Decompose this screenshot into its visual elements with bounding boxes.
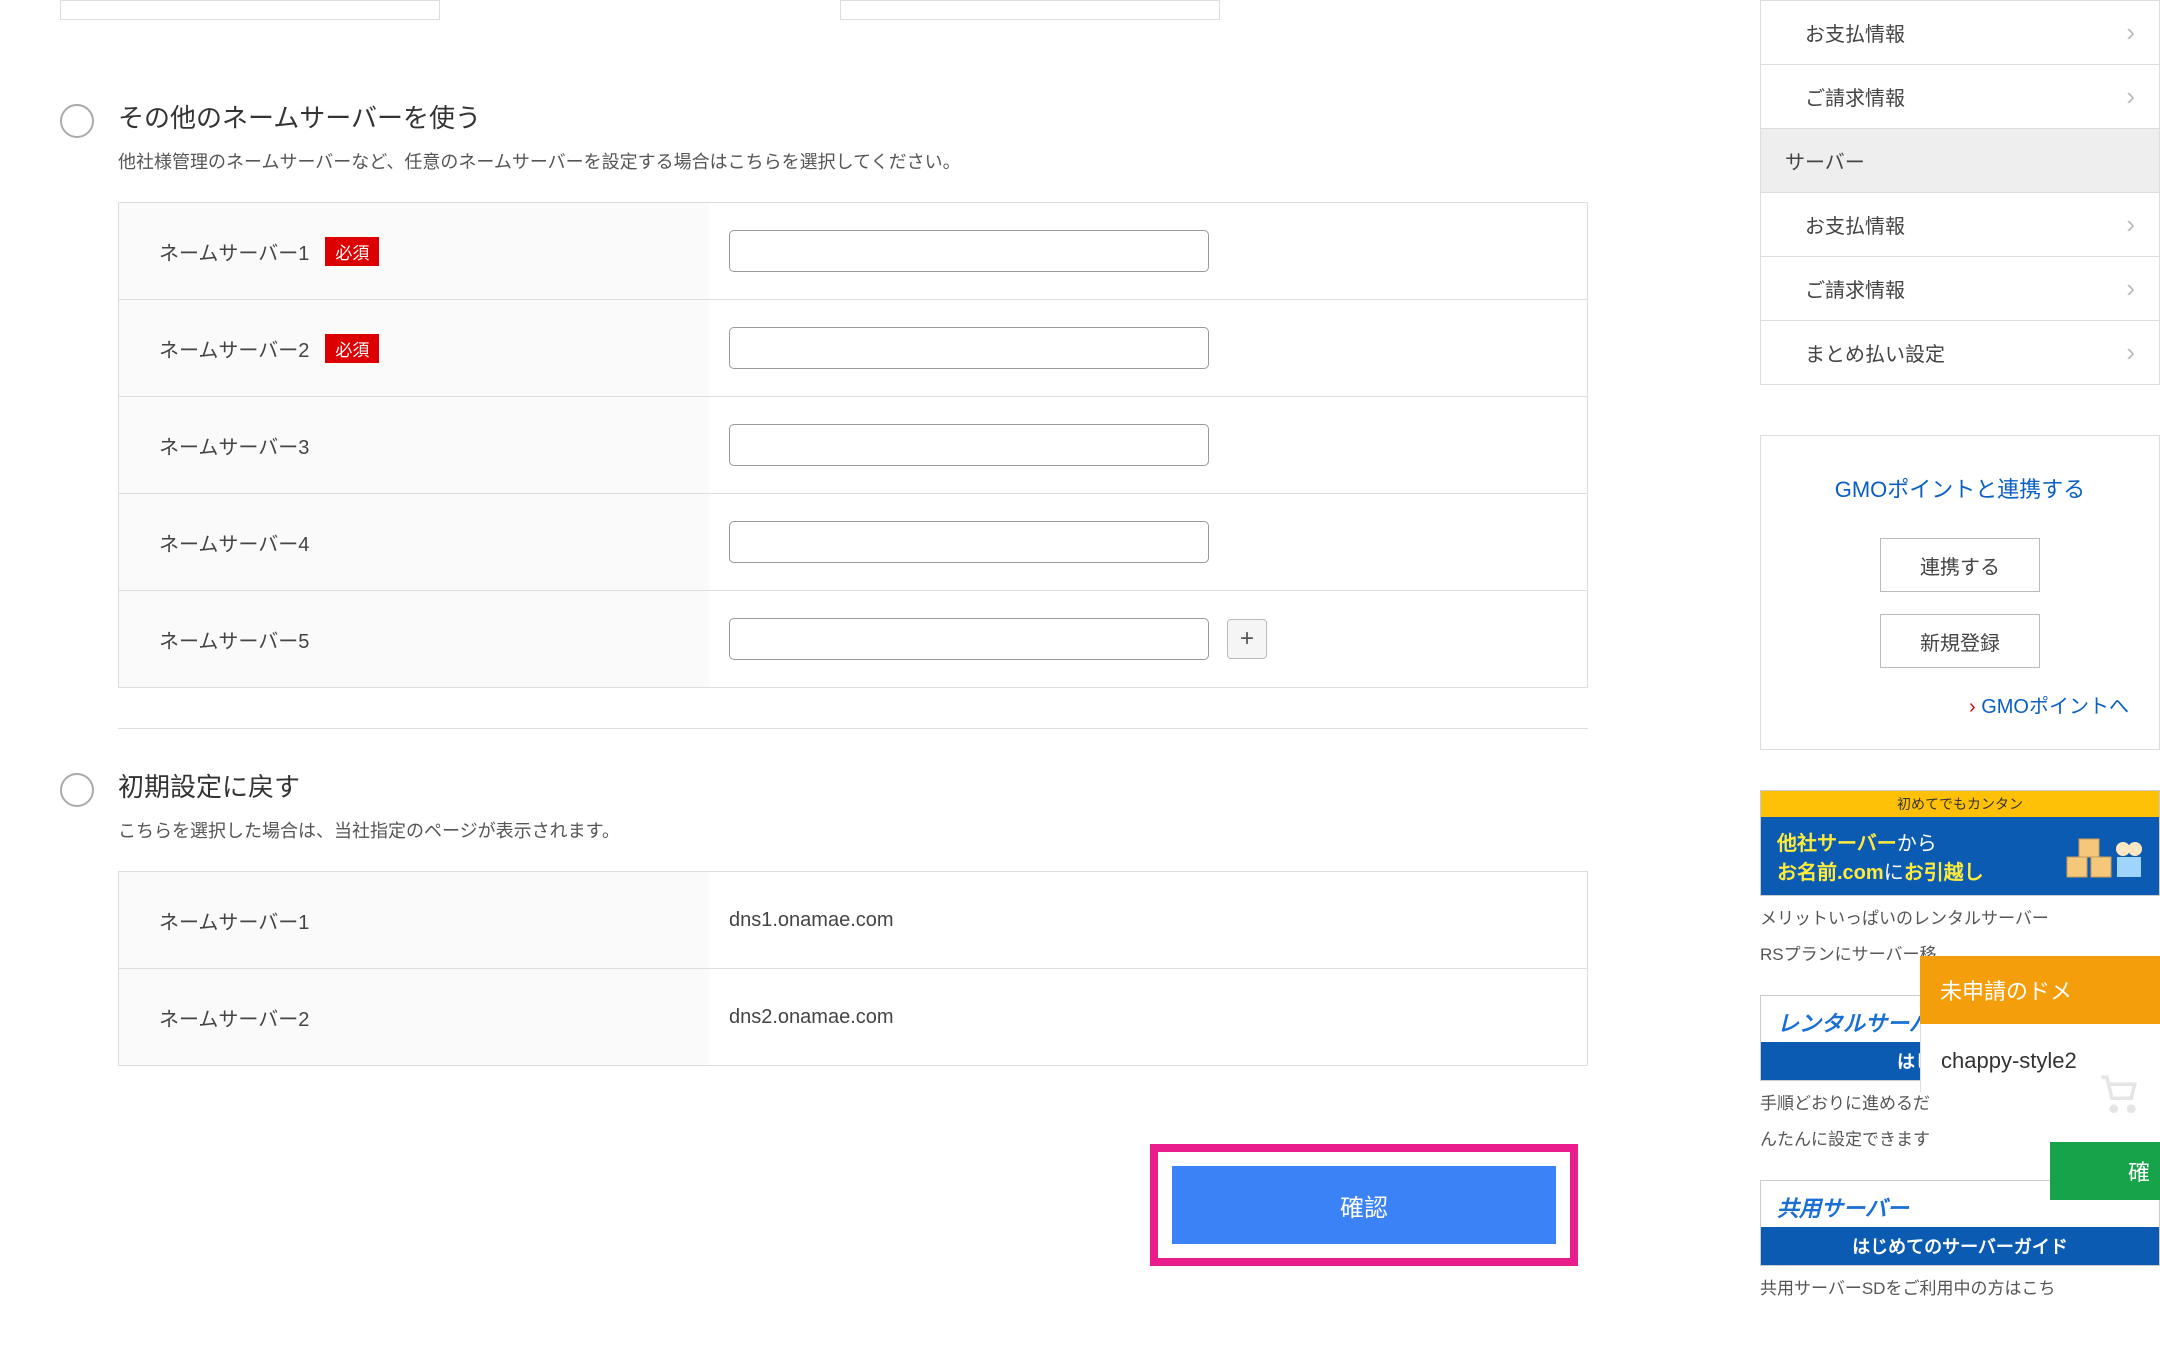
radio-reset-ns[interactable] bbox=[60, 773, 94, 807]
ns3-label: ネームサーバー3 bbox=[159, 431, 309, 460]
other-ns-title: その他のネームサーバーを使う bbox=[118, 100, 481, 136]
ns-row-2: ネームサーバー2 必須 bbox=[119, 300, 1587, 397]
ns5-label-cell: ネームサーバー5 bbox=[119, 591, 709, 687]
banner-migration[interactable]: 初めてでもカンタン 他社サーバーから お名前.comにお引越し メリットいっぱい… bbox=[1760, 790, 2160, 967]
reset-ns2-label: ネームサーバー2 bbox=[159, 1003, 309, 1032]
other-ns-table: ネームサーバー1 必須 ネームサーバー2 必須 ネームサーバー3 bbox=[118, 202, 1588, 688]
ns5-label: ネームサーバー5 bbox=[159, 625, 309, 654]
radio-other-ns[interactable] bbox=[60, 104, 94, 138]
reset-ns2-value: dns2.onamae.com bbox=[709, 1006, 1587, 1029]
chevron-right-icon: › bbox=[2126, 17, 2135, 48]
reset-ns2-label-cell: ネームサーバー2 bbox=[119, 969, 709, 1065]
ns-row-4: ネームサーバー4 bbox=[119, 494, 1587, 591]
sidebar-item-label: お支払情報 bbox=[1805, 18, 1905, 47]
chevron-right-icon: › bbox=[2126, 209, 2135, 240]
confirm-button-label: 確認 bbox=[1340, 1188, 1388, 1223]
chevron-right-icon: › bbox=[2126, 81, 2135, 112]
section-divider bbox=[118, 728, 1588, 729]
ns2-label-cell: ネームサーバー2 必須 bbox=[119, 300, 709, 396]
ns1-input[interactable] bbox=[729, 230, 1209, 272]
gmo-register-button[interactable]: 新規登録 bbox=[1880, 614, 2040, 668]
sidebar-item-label: お支払情報 bbox=[1805, 210, 1905, 239]
floating-notice-orange[interactable]: 未申請のドメ bbox=[1920, 956, 2160, 1024]
ns4-label-cell: ネームサーバー4 bbox=[119, 494, 709, 590]
gmo-title: GMOポイントと連携する bbox=[1791, 472, 2129, 504]
gmo-link-button[interactable]: 連携する bbox=[1880, 538, 2040, 592]
confirm-button[interactable]: 確認 bbox=[1172, 1166, 1556, 1244]
gmo-point-box: GMOポイントと連携する 連携する 新規登録 GMOポイントへ bbox=[1760, 435, 2160, 750]
reset-ns1-label-cell: ネームサーバー1 bbox=[119, 872, 709, 968]
reset-ns-desc: こちらを選択した場合は、当社指定のページが表示されます。 bbox=[118, 817, 1660, 843]
ns3-label-cell: ネームサーバー3 bbox=[119, 397, 709, 493]
reset-ns1-label: ネームサーバー1 bbox=[159, 906, 309, 935]
ns2-label: ネームサーバー2 bbox=[159, 334, 309, 363]
sidebar-item-label: ご請求情報 bbox=[1805, 274, 1905, 303]
chevron-right-icon: › bbox=[2126, 337, 2135, 368]
plus-icon: + bbox=[1240, 625, 1254, 653]
ns4-input[interactable] bbox=[729, 521, 1209, 563]
required-badge: 必須 bbox=[325, 334, 379, 363]
floating-green-text: 確 bbox=[2128, 1155, 2150, 1187]
tab-2-fragment[interactable] bbox=[450, 0, 830, 20]
sidebar-nav: お支払情報 › ご請求情報 › サーバー お支払情報 › ご請求情報 › まとめ… bbox=[1760, 0, 2160, 385]
ns2-input[interactable] bbox=[729, 327, 1209, 369]
sidebar-item-label: ご請求情報 bbox=[1805, 82, 1905, 111]
add-ns-button[interactable]: + bbox=[1227, 619, 1267, 659]
tab-3-fragment[interactable] bbox=[840, 0, 1220, 20]
ns4-label: ネームサーバー4 bbox=[159, 528, 309, 557]
ns1-value-cell bbox=[709, 230, 1587, 272]
banner1-badge: 初めてでもカンタン bbox=[1761, 791, 2159, 817]
ns-row-5: ネームサーバー5 + bbox=[119, 591, 1587, 687]
chevron-right-icon: › bbox=[2126, 273, 2135, 304]
ns3-value-cell bbox=[709, 424, 1587, 466]
sidebar-item-payment-1[interactable]: お支払情報 › bbox=[1761, 0, 2159, 64]
reset-ns-section: 初期設定に戻す こちらを選択した場合は、当社指定のページが表示されます。 ネーム… bbox=[60, 769, 1660, 1066]
reset-ns-radio-row[interactable]: 初期設定に戻す bbox=[60, 769, 1660, 807]
floating-domain-text: chappy-style2 bbox=[1941, 1048, 2077, 1073]
confirm-highlight-box: 確認 bbox=[1150, 1144, 1578, 1266]
reset-ns-row-2: ネームサーバー2 dns2.onamae.com bbox=[119, 969, 1587, 1065]
ns2-value-cell bbox=[709, 327, 1587, 369]
banner1-body: 他社サーバーから お名前.comにお引越し bbox=[1761, 817, 2159, 895]
boxes-illustration-icon bbox=[2061, 831, 2143, 881]
tab-1-fragment[interactable] bbox=[60, 0, 440, 20]
reset-ns-table: ネームサーバー1 dns1.onamae.com ネームサーバー2 dns2.o… bbox=[118, 871, 1588, 1066]
sidebar-item-billing-1[interactable]: ご請求情報 › bbox=[1761, 64, 2159, 128]
banner3-caption: 共用サーバーSDをご利用中の方はこち bbox=[1760, 1276, 2160, 1302]
other-ns-radio-row[interactable]: その他のネームサーバーを使う bbox=[60, 100, 1660, 138]
reset-ns-title: 初期設定に戻す bbox=[118, 769, 300, 805]
ns4-value-cell bbox=[709, 521, 1587, 563]
ns5-input[interactable] bbox=[729, 618, 1209, 660]
gmo-point-link[interactable]: GMOポイントへ bbox=[1791, 690, 2129, 719]
sidebar-item-payment-2[interactable]: お支払情報 › bbox=[1761, 192, 2159, 256]
ns1-label: ネームサーバー1 bbox=[159, 237, 309, 266]
reset-ns1-value: dns1.onamae.com bbox=[709, 909, 1587, 932]
cart-icon bbox=[2098, 1072, 2140, 1124]
floating-confirm-green[interactable]: 確 bbox=[2050, 1142, 2160, 1200]
floating-orange-text: 未申請のドメ bbox=[1940, 979, 2072, 1004]
ns1-label-cell: ネームサーバー1 必須 bbox=[119, 203, 709, 299]
sidebar-item-billing-2[interactable]: ご請求情報 › bbox=[1761, 256, 2159, 320]
ns-row-3: ネームサーバー3 bbox=[119, 397, 1587, 494]
ns-row-1: ネームサーバー1 必須 bbox=[119, 203, 1587, 300]
ns5-value-cell: + bbox=[709, 618, 1587, 660]
reset-ns-row-1: ネームサーバー1 dns1.onamae.com bbox=[119, 872, 1587, 969]
banner3-subtitle: はじめてのサーバーガイド bbox=[1761, 1227, 2159, 1265]
sidebar-header-server: サーバー bbox=[1761, 128, 2159, 192]
sidebar-item-batch-payment[interactable]: まとめ払い設定 › bbox=[1761, 320, 2159, 384]
other-nameserver-section: その他のネームサーバーを使う 他社様管理のネームサーバーなど、任意のネームサーバ… bbox=[60, 100, 1660, 688]
tabs-row bbox=[60, 0, 1660, 20]
sidebar-header-label: サーバー bbox=[1785, 146, 1865, 175]
sidebar-item-label: まとめ払い設定 bbox=[1805, 338, 1945, 367]
main-content: その他のネームサーバーを使う 他社様管理のネームサーバーなど、任意のネームサーバ… bbox=[60, 0, 1660, 1106]
floating-cart-panel[interactable]: chappy-style2 bbox=[1920, 1024, 2160, 1092]
required-badge: 必須 bbox=[325, 237, 379, 266]
ns3-input[interactable] bbox=[729, 424, 1209, 466]
other-ns-desc: 他社様管理のネームサーバーなど、任意のネームサーバーを設定する場合はこちらを選択… bbox=[118, 148, 1660, 174]
banner1-caption-1: メリットいっぱいのレンタルサーバー bbox=[1760, 906, 2160, 932]
